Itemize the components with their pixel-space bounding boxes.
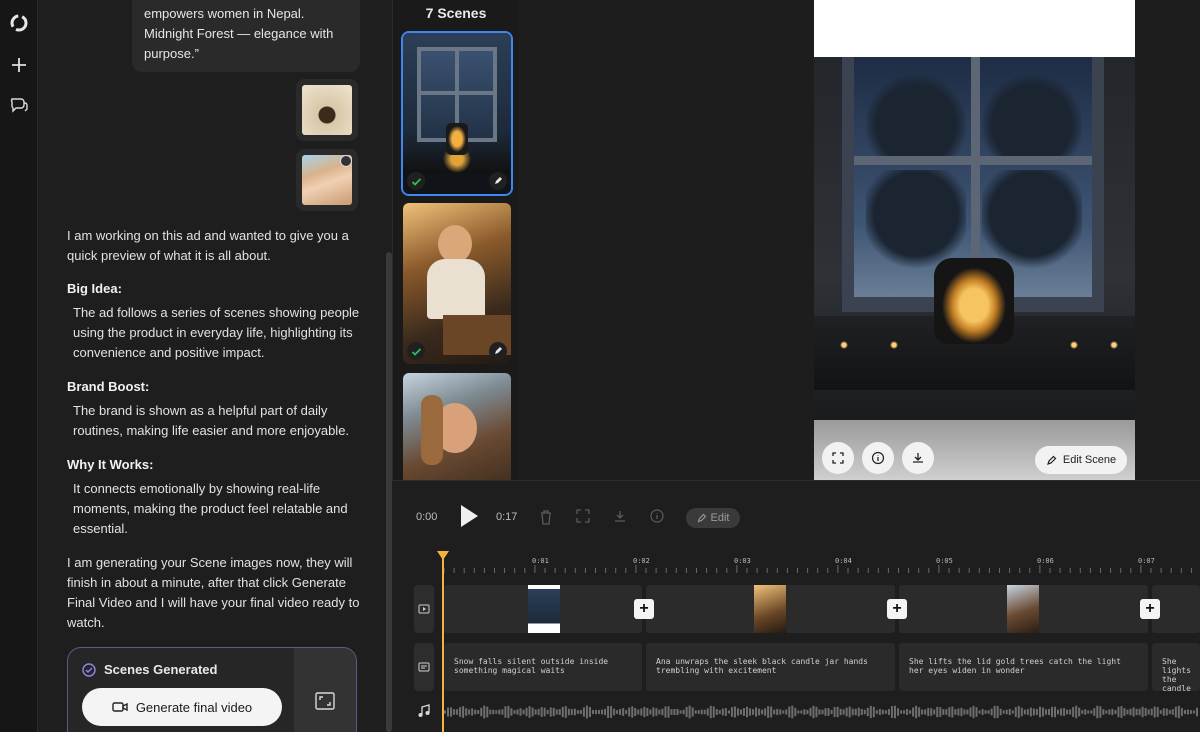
trash-icon[interactable]	[539, 509, 555, 525]
ruler-label: 0:07	[1138, 557, 1155, 565]
app: empowers women in Nepal. Midnight Forest…	[0, 0, 1200, 732]
preview-area: Edit Scene	[518, 0, 1200, 480]
play-icon[interactable]	[458, 503, 480, 529]
add-scene-button[interactable]: +	[634, 599, 654, 619]
app-logo-icon[interactable]	[7, 11, 31, 35]
attachment-product-image[interactable]	[296, 79, 358, 141]
caption-clip[interactable]: Ana unwraps the sleek black candle jar h…	[646, 643, 895, 691]
scenes-panel: 7 Scenes	[392, 0, 518, 480]
new-chat-icon[interactable]	[7, 53, 31, 77]
ruler-label: 0:02	[633, 557, 650, 565]
expand-icon[interactable]	[314, 690, 338, 714]
edit-scene-label: Edit Scene	[1062, 454, 1117, 466]
scene-card-2[interactable]	[403, 203, 511, 364]
section-heading: Why It Works:	[67, 457, 154, 472]
video-track-icon	[414, 585, 434, 633]
edit-icon[interactable]	[489, 172, 507, 190]
timeline-edit-label: Edit	[710, 512, 730, 524]
preview-top-bar	[814, 0, 1135, 57]
scenes-title: 7 Scenes	[425, 5, 487, 21]
time-start: 0:00	[416, 511, 438, 523]
left-rail	[0, 0, 38, 732]
ruler-ticks	[443, 565, 1192, 573]
status-row: Scenes Generated	[82, 662, 217, 677]
fullscreen-icon[interactable]	[822, 442, 854, 474]
chat-panel: empowers women in Nepal. Midnight Forest…	[38, 0, 392, 732]
add-scene-button[interactable]: +	[1140, 599, 1160, 619]
closing-text: I am generating your Scene images now, t…	[67, 555, 360, 630]
scene-card-3[interactable]	[403, 373, 511, 480]
status-title: Scenes Generated	[104, 662, 218, 677]
timeline-edit-button[interactable]: Edit	[686, 508, 740, 528]
check-circle-icon	[82, 662, 96, 677]
scene-preview: Edit Scene	[814, 0, 1135, 480]
section-heading: Big Idea:	[67, 281, 122, 296]
check-icon	[407, 342, 425, 360]
edit-icon[interactable]	[489, 342, 507, 360]
generate-button-label: Generate final video	[135, 699, 253, 715]
intro-text: I am working on this ad and wanted to gi…	[67, 228, 349, 263]
section-body: The brand is shown as a helpful part of …	[73, 403, 350, 438]
audio-waveform[interactable]	[444, 703, 1200, 721]
pencil-icon	[1046, 455, 1057, 465]
info-icon[interactable]	[650, 509, 666, 525]
section-heading: Brand Boost:	[67, 379, 150, 394]
time-ruler[interactable]: 0:01 0:02 0:03 0:04 0:05 0:06 0:07	[442, 557, 1200, 573]
attachment-model-image[interactable]	[296, 149, 358, 211]
caption-clip[interactable]: She lights the candle and deep	[1152, 643, 1200, 691]
scene-card-1[interactable]	[401, 31, 513, 196]
edit-scene-button[interactable]: Edit Scene	[1035, 446, 1127, 474]
ruler-label: 0:05	[936, 557, 953, 565]
video-clip[interactable]: +	[899, 585, 1160, 633]
video-camera-icon	[112, 702, 128, 712]
video-clip[interactable]: +	[646, 585, 907, 633]
info-icon[interactable]	[862, 442, 894, 474]
caption-clip[interactable]: She lifts the lid gold trees catch the l…	[899, 643, 1148, 691]
download-icon[interactable]	[613, 509, 629, 525]
ruler-label: 0:06	[1037, 557, 1054, 565]
ruler-label: 0:04	[835, 557, 852, 565]
scenes-generated-card: Scenes Generated Generate final video	[67, 647, 357, 732]
time-end: 0:17	[496, 511, 518, 523]
caption-track-icon	[414, 643, 434, 691]
check-icon	[407, 172, 425, 190]
music-track-icon	[414, 701, 434, 721]
download-icon[interactable]	[902, 442, 934, 474]
generate-final-video-button[interactable]: Generate final video	[82, 688, 282, 726]
section-body: The ad follows a series of scenes showin…	[73, 305, 360, 360]
chats-icon[interactable]	[7, 93, 31, 117]
video-clip[interactable]: +	[444, 585, 654, 633]
caption-clip[interactable]: Snow falls silent outside inside somethi…	[444, 643, 642, 691]
fullscreen-icon[interactable]	[576, 509, 592, 525]
at-sign-icon	[340, 155, 352, 167]
timeline-panel: 0:00 0:17 Edit 0:01 0:02 0:03 0:04 0:05 …	[392, 480, 1200, 732]
ruler-label: 0:01	[532, 557, 549, 565]
section-body: It connects emotionally by showing real-…	[73, 481, 348, 536]
playhead[interactable]	[437, 551, 449, 732]
add-scene-button[interactable]: +	[887, 599, 907, 619]
ruler-label: 0:03	[734, 557, 751, 565]
pencil-icon	[697, 513, 706, 523]
user-message-bubble: empowers women in Nepal. Midnight Forest…	[132, 0, 360, 72]
